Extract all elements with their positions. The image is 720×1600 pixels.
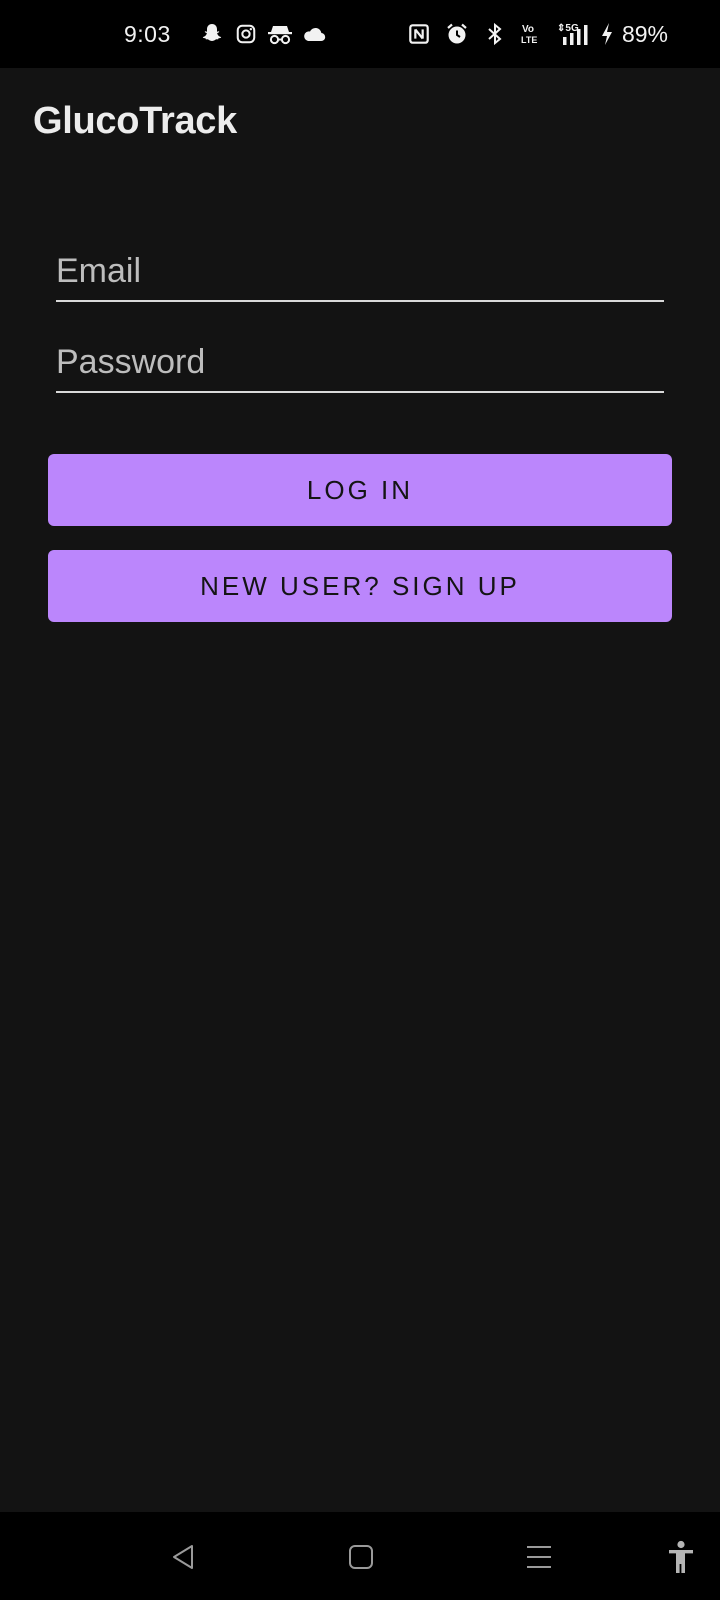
password-field[interactable]: [56, 333, 664, 391]
volte-icon: Vo LTE: [516, 17, 550, 51]
snapchat-icon: [195, 17, 229, 51]
app-title: GlucoTrack: [33, 100, 237, 142]
status-bar: 9:03 Vo LTE ⇕5G 89%: [0, 0, 720, 68]
battery-percentage: 89%: [621, 20, 668, 47]
login-button[interactable]: LOG IN: [48, 454, 672, 526]
signup-button-label: NEW USER? SIGN UP: [200, 570, 520, 601]
signup-button[interactable]: NEW USER? SIGN UP: [48, 550, 672, 622]
accessibility-icon[interactable]: [656, 1532, 706, 1582]
status-bar-right: Vo LTE ⇕5G 89%: [402, 0, 668, 68]
svg-text:LTE: LTE: [521, 35, 537, 45]
email-field[interactable]: [56, 242, 664, 300]
status-time: 9:03: [124, 20, 171, 47]
cloud-icon: [297, 17, 331, 51]
home-icon[interactable]: [336, 1532, 386, 1582]
system-navigation-bar: [0, 1512, 720, 1600]
incognito-icon: [263, 17, 297, 51]
svg-text:Vo: Vo: [522, 24, 534, 35]
alarm-icon: [440, 17, 474, 51]
nfc-icon: [402, 17, 436, 51]
charging-icon: [598, 17, 616, 51]
login-button-label: LOG IN: [306, 474, 414, 505]
svg-text:⇕5G: ⇕5G: [557, 23, 579, 34]
bluetooth-icon: [478, 17, 512, 51]
back-icon[interactable]: [158, 1532, 208, 1582]
5g-signal-icon: ⇕5G: [554, 17, 594, 51]
recents-icon[interactable]: [514, 1532, 564, 1582]
email-field-container: [56, 242, 664, 302]
instagram-icon: [229, 17, 263, 51]
login-screen: 9:03 Vo LTE ⇕5G 89% GlucoTrack Email LOG…: [0, 0, 720, 1600]
status-bar-left: 9:03: [124, 0, 331, 68]
password-field-container: [56, 333, 664, 393]
